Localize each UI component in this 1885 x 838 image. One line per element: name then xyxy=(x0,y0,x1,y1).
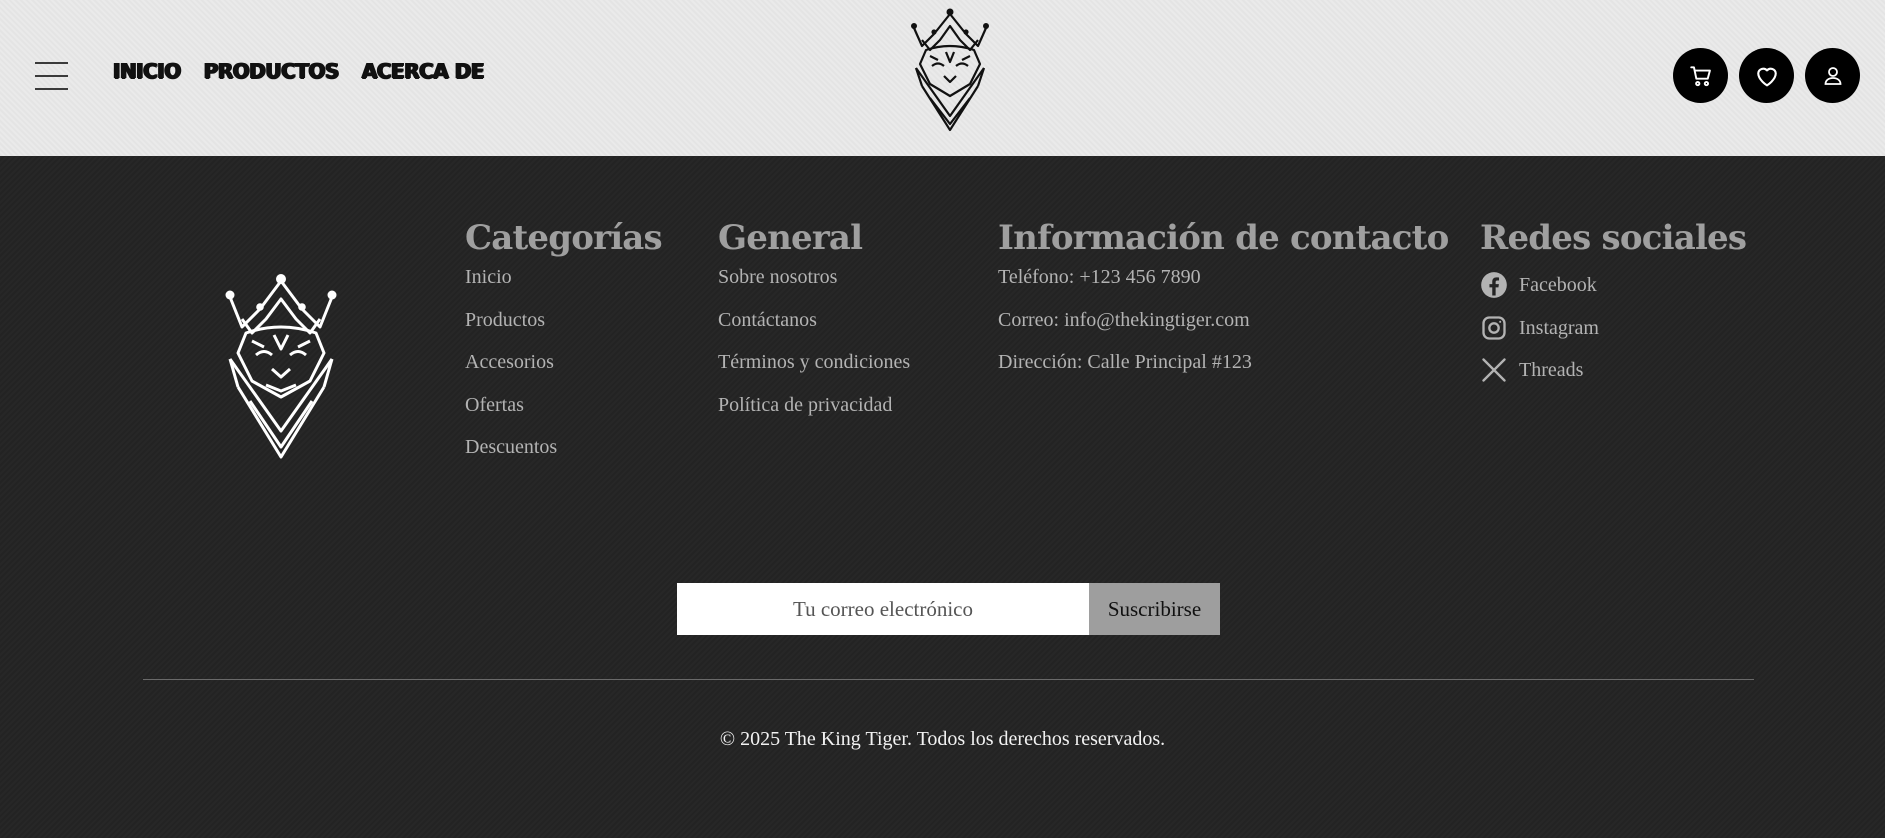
nav-inicio[interactable]: INICIO xyxy=(113,58,181,84)
main-nav: INICIO PRODUCTOS ACERCA DE xyxy=(113,58,485,84)
footer-heading-contacto: Información de contacto xyxy=(998,218,1449,258)
footer-heading-categorias: Categorías xyxy=(465,218,663,258)
footer-link-ofertas[interactable]: Ofertas xyxy=(465,394,524,416)
footer-column-contacto: Información de contacto Teléfono: +123 4… xyxy=(998,218,1449,392)
site-footer: Categorías Inicio Productos Accesorios O… xyxy=(0,156,1885,838)
newsletter-email-input[interactable] xyxy=(677,583,1089,635)
facebook-icon xyxy=(1481,272,1507,299)
nav-productos[interactable]: PRODUCTOS xyxy=(204,58,340,84)
footer-link-sobre-nosotros[interactable]: Sobre nosotros xyxy=(718,266,837,288)
social-instagram-label[interactable]: Instagram xyxy=(1519,315,1599,341)
site-header: INICIO PRODUCTOS ACERCA DE xyxy=(0,0,1885,156)
copyright-text: © 2025 The King Tiger. Todos los derecho… xyxy=(719,728,1166,750)
account-button[interactable] xyxy=(1805,48,1860,103)
footer-heading-general: General xyxy=(718,218,863,258)
footer-column-categorias: Categorías Inicio Productos Accesorios O… xyxy=(465,218,663,477)
menu-icon[interactable] xyxy=(35,62,68,90)
social-threads[interactable]: Threads xyxy=(1480,349,1746,392)
footer-link-terminos[interactable]: Términos y condiciones xyxy=(718,351,910,373)
heart-icon xyxy=(1756,67,1777,86)
footer-link-privacidad[interactable]: Política de privacidad xyxy=(718,394,892,416)
footer-column-general: General Sobre nosotros Contáctanos Térmi… xyxy=(718,218,910,434)
footer-link-productos[interactable]: Productos xyxy=(465,309,545,331)
wishlist-button[interactable] xyxy=(1739,48,1794,103)
x-icon xyxy=(1482,358,1506,382)
subscribe-button[interactable]: Suscribirse xyxy=(1089,583,1220,635)
footer-link-accesorios[interactable]: Accesorios xyxy=(465,351,554,373)
social-threads-label[interactable]: Threads xyxy=(1519,357,1583,383)
contact-address: Dirección: Calle Principal #123 xyxy=(998,351,1252,373)
newsletter-form: Suscribirse xyxy=(677,583,1220,635)
contact-phone: Teléfono: +123 456 7890 xyxy=(998,266,1201,288)
tiger-crown-logo-footer xyxy=(225,274,337,459)
social-facebook-label[interactable]: Facebook xyxy=(1519,272,1597,298)
social-instagram[interactable]: Instagram xyxy=(1480,307,1746,350)
footer-divider xyxy=(143,679,1754,680)
contact-email: Correo: info@thekingtiger.com xyxy=(998,308,1250,331)
social-facebook[interactable]: Facebook xyxy=(1480,264,1746,307)
footer-link-descuentos[interactable]: Descuentos xyxy=(465,436,557,458)
footer-column-redes: Redes sociales Facebook Instagram Thread… xyxy=(1480,218,1747,392)
footer-heading-redes: Redes sociales xyxy=(1480,218,1747,258)
cart-icon xyxy=(1689,65,1711,86)
instagram-icon xyxy=(1482,316,1506,340)
footer-link-inicio[interactable]: Inicio xyxy=(465,266,512,288)
nav-acerca-de[interactable]: ACERCA DE xyxy=(362,58,485,84)
cart-button[interactable] xyxy=(1673,48,1728,103)
user-icon xyxy=(1824,66,1841,85)
footer-link-contactanos[interactable]: Contáctanos xyxy=(718,309,817,331)
tiger-crown-logo[interactable] xyxy=(900,6,1000,138)
